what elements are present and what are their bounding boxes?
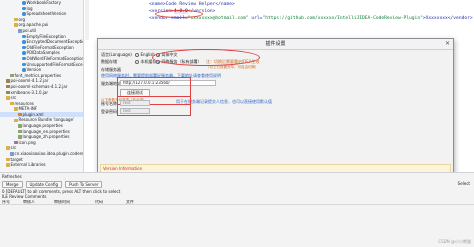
code-editor[interactable]: <name>Code Review Helper</name> <version… [85, 0, 474, 40]
project-tree[interactable]: WorkbookFactory log SpreadsheetVersion org o… [0, 0, 84, 172]
cls-icon [22, 1, 26, 5]
merge-button[interactable]: Merge [2, 180, 23, 188]
vendor-url: "https://github.com/xxxxxx/IntelliJIDEA-… [262, 16, 423, 21]
close-icon[interactable]: ✕ [445, 40, 450, 47]
cls-icon [22, 68, 26, 72]
prop-icon [18, 129, 22, 134]
folder-icon [6, 163, 10, 167]
code-line-vendor: <vendor email="xxxxxxxx@hotmail.com" url… [149, 16, 473, 21]
storage-label: 数据存储 [101, 59, 117, 64]
png-icon [14, 140, 18, 145]
folder-icon [10, 101, 14, 106]
code-line-name: <name>Code Review Helper</name> [149, 2, 235, 7]
table-column-header[interactable]: 序号 [2, 200, 22, 205]
storage-highlight-oval [152, 49, 260, 66]
pkg-icon [10, 152, 14, 156]
jar-icon [6, 79, 10, 83]
watermark: CSDN @小小熊猫 [438, 239, 471, 244]
cls-icon [22, 56, 26, 61]
prop-icon [18, 135, 22, 139]
prop-icon [18, 124, 22, 128]
update-config-button[interactable]: Update Config [25, 180, 63, 188]
cls-icon [22, 45, 26, 50]
folder-icon [14, 118, 18, 123]
tree-item-label: cn.xiaoxiaoxiao.idea.plugin.codereviewer [14, 151, 84, 157]
radio-local-dot[interactable] [135, 60, 139, 64]
vendor-end: >Xxxxxxxx</vendor> [422, 16, 473, 21]
tree-item-label: External Libraries [10, 162, 46, 168]
cls-icon [22, 62, 26, 67]
folder-icon [14, 23, 18, 27]
folder-icon [14, 107, 18, 111]
bottom-panel-title: Refreshes [2, 174, 22, 179]
cls-icon [22, 34, 26, 39]
cls-icon [22, 51, 26, 55]
radio-en-dot[interactable] [135, 52, 139, 57]
tree-item-label: icon.png [18, 139, 36, 145]
cls-icon [22, 12, 26, 16]
folder-icon [6, 146, 10, 150]
table-column-header[interactable]: 审核时间 [54, 200, 94, 205]
password-label: 登录密码 [101, 109, 117, 114]
select-label[interactable]: Select [458, 181, 470, 186]
table-column-header[interactable]: 代码 [95, 200, 125, 205]
language-label: 语言(Language) [101, 52, 132, 57]
cls-icon [22, 6, 26, 11]
jar-icon [6, 84, 10, 89]
tree-item-label: SpreadsheetVersion [26, 11, 67, 17]
table-column-header[interactable]: 文件 [126, 200, 186, 205]
vendor-url-attr: url= [248, 16, 263, 21]
code-name-text: <name>Code Review Helper</name> [149, 2, 235, 7]
dialog-title: 插件设置 [98, 39, 453, 50]
xml-icon [18, 112, 22, 117]
bottom-tool-panel: Refreshes Merge Update Config Push To Se… [0, 172, 474, 247]
folder-icon [14, 17, 18, 22]
account-label: 账号名称 [101, 101, 117, 106]
version-title: Version Information [103, 166, 143, 171]
pkg-icon [18, 29, 22, 33]
prop-icon [10, 73, 14, 78]
folder-icon [6, 96, 10, 100]
editor-gutter [85, 0, 89, 40]
version-highlight-oval [155, 10, 203, 18]
push-server-button[interactable]: Push To Server [65, 180, 103, 188]
cls-icon [22, 40, 26, 44]
vendor-email: "xxxxxxxx@hotmail.com" [187, 16, 249, 21]
tree-item[interactable]: External Libraries [0, 162, 83, 168]
folder-icon [6, 157, 10, 162]
comments-table-header: 序号 审核人 审核时间 代码 文件 [0, 200, 474, 206]
bottom-toolbar: Merge Update Config Push To Server [0, 180, 474, 189]
password-input[interactable]: test [120, 108, 150, 114]
jar-icon [6, 90, 10, 95]
table-column-header[interactable]: 审核人 [23, 200, 53, 205]
